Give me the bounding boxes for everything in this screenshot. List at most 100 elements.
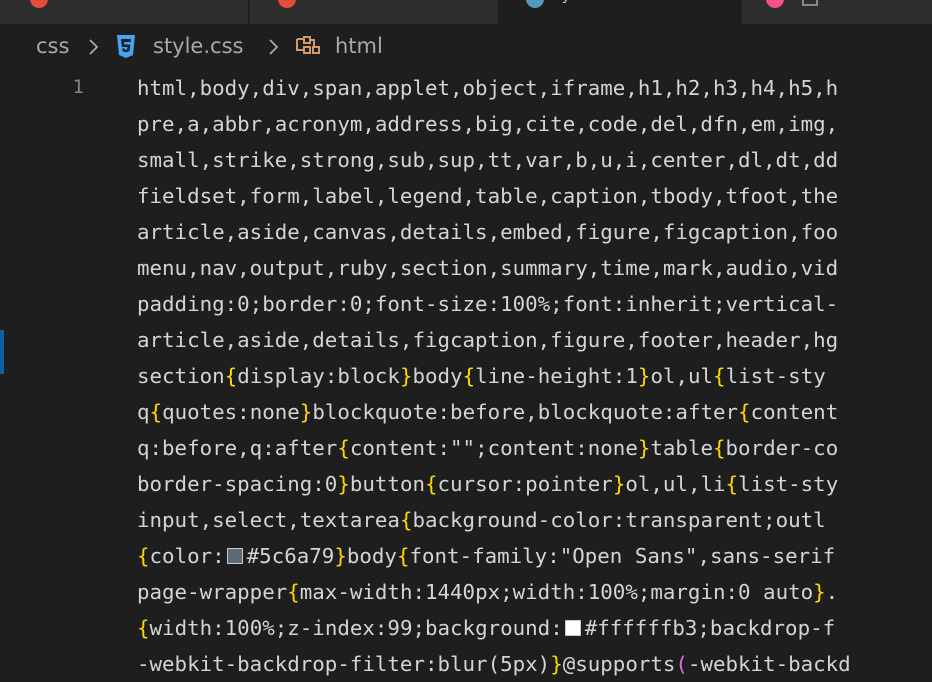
code-token: background-color:transparent;outl (412, 508, 826, 532)
code-token: input,select,textarea (137, 508, 400, 532)
code-line: section{display:block}body{line-height:1… (137, 358, 826, 394)
code-bracket: { (396, 544, 410, 568)
code-token: html,body,div,span,applet,object,iframe,… (137, 76, 839, 100)
code-token: #5c6a79 (246, 544, 335, 568)
code-token: . (825, 580, 839, 604)
code-line: -webkit-backdrop-filter:blur(5px)}@suppo… (137, 646, 851, 682)
tab-file-glyph (802, 0, 818, 6)
code-token: pre,a,abbr,acronym,address,big,cite,code… (137, 112, 839, 136)
ruby-icon (278, 0, 296, 8)
code-token: padding:0;border:0;font-size:100%;font:i… (137, 292, 839, 316)
code-editor[interactable]: 1 html,body,div,span,applet,object,ifram… (0, 70, 932, 676)
ruby-icon (30, 0, 48, 8)
breadcrumb-file[interactable]: style.css (153, 34, 243, 58)
code-token: menu,nav,output,ruby,section,summary,tim… (137, 256, 839, 280)
code-token: -webkit-backd (687, 652, 851, 676)
css-icon (526, 0, 544, 8)
code-token: content:"";content:none (349, 436, 638, 460)
code-bracket: { (137, 544, 150, 568)
code-token: #ffffffb3;backdrop-f (584, 616, 836, 640)
code-bracket: { (713, 364, 726, 388)
symbol-structure-icon (294, 36, 322, 58)
code-line: {width:100%;z-index:99;background: #fffff… (137, 610, 835, 646)
code-token: font-family:"Open Sans",sans-serif (409, 544, 836, 568)
gutter-change-marker (0, 330, 4, 374)
code-token: table (650, 436, 713, 460)
code-token: display:block (237, 364, 400, 388)
code-token: button (349, 472, 425, 496)
tab-style-css[interactable]: y (500, 0, 741, 24)
breadcrumb-folder[interactable]: css (36, 34, 69, 58)
code-token: article,aside,details,figcaption,figure,… (137, 328, 839, 352)
code-bracket: { (738, 400, 751, 424)
code-bracket: { (287, 580, 300, 604)
code-line: padding:0;border:0;font-size:100%;font:i… (137, 286, 838, 322)
code-token: width:100%;z-index:99;background: (149, 616, 563, 640)
file-icon (766, 0, 784, 8)
code-token: content (750, 400, 839, 424)
code-bracket: { (137, 616, 150, 640)
code-bracket: { (462, 364, 476, 388)
code-bracket: { (149, 400, 163, 424)
code-bracket: } (637, 364, 651, 388)
code-token: ol,ul,li (625, 472, 726, 496)
code-bracket: { (337, 436, 350, 460)
editor-tab-bar: y (0, 0, 932, 24)
code-token: color: (149, 544, 225, 568)
code-bracket: } (637, 436, 651, 460)
code-bracket: } (337, 472, 350, 496)
code-line: q{quotes:none}blockquote:before,blockquo… (137, 394, 838, 430)
code-line: input,select,textarea{background-color:t… (137, 502, 826, 538)
code-line: html,body,div,span,applet,object,iframe,… (137, 70, 838, 106)
code-line: article,aside,details,figcaption,figure,… (137, 322, 838, 358)
code-bracket: } (550, 652, 563, 676)
chevron-right-icon (88, 38, 100, 56)
breadcrumb-symbol[interactable]: html (335, 34, 383, 58)
code-token: small,strike,strong,sub,sup,tt,var,b,u,i… (137, 148, 839, 172)
code-token: ol,ul (650, 364, 714, 388)
code-token: body (412, 364, 463, 388)
code-token: article,aside,canvas,details,embed,figur… (137, 220, 839, 244)
code-line: pre,a,abbr,acronym,address,big,cite,code… (137, 106, 838, 142)
color-swatch[interactable] (226, 548, 243, 564)
code-line: border-spacing:0}button{cursor:pointer}o… (137, 466, 838, 502)
code-token: max-width:1440px;width:100%;margin:0 aut… (299, 580, 814, 604)
tab-1[interactable] (0, 0, 249, 24)
code-bracket: { (425, 472, 438, 496)
tab-2[interactable] (250, 0, 499, 24)
code-line: fieldset,form,label,legend,table,caption… (137, 178, 838, 214)
code-bracket: { (399, 508, 413, 532)
css3-icon (114, 33, 138, 59)
code-token: blockquote:before,blockquote:after (312, 400, 739, 424)
code-bracket: ( (675, 652, 688, 676)
code-token: cursor:pointer (437, 472, 613, 496)
code-token: fieldset,form,label,legend,table,caption… (137, 184, 839, 208)
code-bracket: } (399, 364, 413, 388)
code-line: {color: #5c6a79}body{font-family:"Open Sa… (137, 538, 835, 574)
code-token: list-sty (725, 364, 826, 388)
color-swatch[interactable] (564, 620, 581, 636)
tab-4[interactable] (742, 0, 932, 24)
code-line: page-wrapper{max-width:1440px;width:100%… (137, 574, 838, 610)
code-bracket: { (725, 472, 739, 496)
code-token: section (137, 364, 225, 388)
code-token: list-sty (738, 472, 839, 496)
code-token: @supports (562, 652, 676, 676)
code-token: body (346, 544, 397, 568)
code-bracket: } (334, 544, 347, 568)
code-token: border-spacing:0 (137, 472, 338, 496)
line-number: 1 (72, 76, 84, 98)
code-bracket: } (612, 472, 626, 496)
code-token: border-co (725, 436, 839, 460)
code-token: -webkit-backdrop-filter:blur(5px) (137, 652, 551, 676)
code-token: page-wrapper (137, 580, 288, 604)
chevron-right-icon (268, 38, 280, 56)
code-token: quotes:none (162, 400, 300, 424)
code-bracket: { (713, 436, 726, 460)
code-token: q:before,q:after (137, 436, 338, 460)
code-token: line-height:1 (475, 364, 638, 388)
code-line: small,strike,strong,sub,sup,tt,var,b,u,i… (137, 142, 838, 178)
tab-label: y (562, 0, 570, 4)
code-line: q:before,q:after{content:"";content:none… (137, 430, 838, 466)
breadcrumb: css style.css html (0, 24, 932, 70)
